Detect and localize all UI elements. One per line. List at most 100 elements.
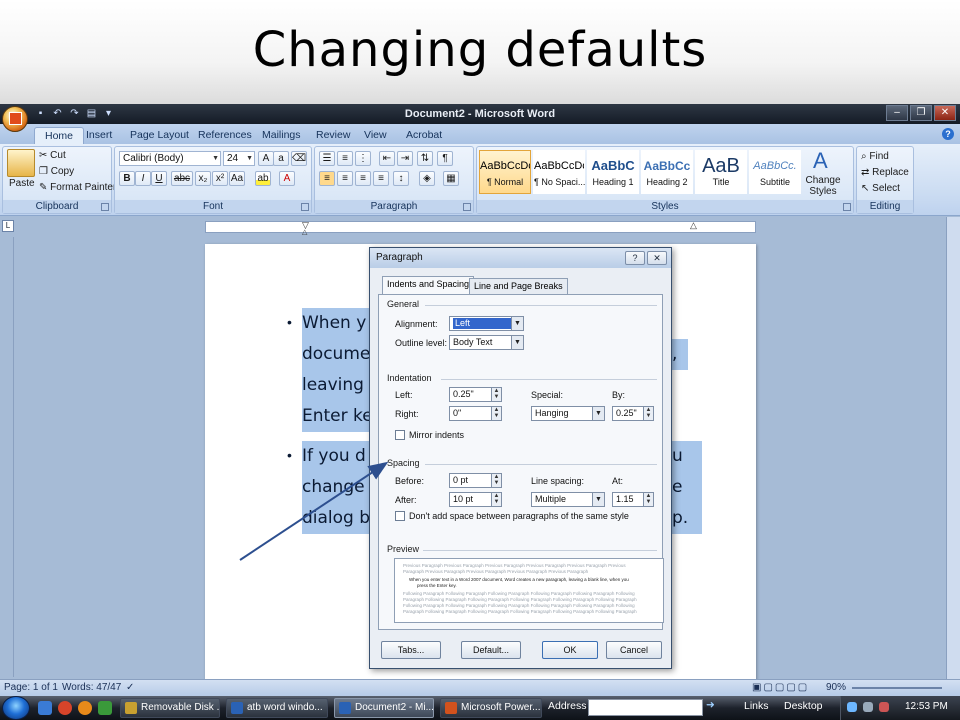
justify-icon[interactable]: ≡ — [373, 171, 389, 186]
help-button[interactable]: ? — [625, 251, 645, 265]
replace-button[interactable]: ⇄ Replace — [861, 166, 909, 180]
tab-page-layout[interactable]: Page Layout — [130, 127, 189, 144]
ruler-strip[interactable]: ▽ △ △ — [205, 220, 756, 236]
indent-right-spinner[interactable]: ▲ ▼ — [491, 406, 502, 421]
tray-app-icon[interactable] — [879, 702, 889, 712]
style-title[interactable]: AaB Title — [695, 150, 747, 194]
tab-references[interactable]: References — [198, 127, 252, 144]
outline-level-select[interactable]: Body Text ▼ — [449, 335, 524, 350]
bold-icon[interactable]: B — [119, 171, 135, 186]
font-size-select[interactable]: 24 ▼ — [223, 151, 255, 166]
at-input[interactable]: 1.15 — [612, 492, 644, 507]
page-count[interactable]: Page: 1 of 1 — [4, 680, 58, 695]
default-button[interactable]: Default... — [461, 641, 521, 659]
tabs-button[interactable]: Tabs... — [381, 641, 441, 659]
tab-view[interactable]: View — [364, 127, 387, 144]
clear-format-icon[interactable]: ⌫ — [291, 151, 307, 166]
shading-icon[interactable]: ◈ — [419, 171, 435, 186]
show-formatting-icon[interactable]: ¶ — [437, 151, 453, 166]
maximize-button[interactable]: ❐ — [910, 105, 932, 121]
after-input[interactable]: 10 pt — [449, 492, 492, 507]
font-color-icon[interactable]: A — [279, 171, 295, 186]
style-heading-1[interactable]: AaBbC Heading 1 — [587, 150, 639, 194]
tab-review[interactable]: Review — [316, 127, 350, 144]
media-icon[interactable] — [58, 701, 72, 715]
line-spacing-icon[interactable]: ↕ — [393, 171, 409, 186]
cut-button[interactable]: ✂ Cut — [39, 149, 66, 163]
shrink-font-icon[interactable]: a — [273, 151, 289, 166]
by-spinner[interactable]: ▲ ▼ — [643, 406, 654, 421]
firefox-icon[interactable] — [78, 701, 92, 715]
style-heading-2[interactable]: AaBbCc Heading 2 — [641, 150, 693, 194]
indent-left-spinner[interactable]: ▲ ▼ — [491, 387, 502, 402]
task-powerpoint[interactable]: Microsoft Power... — [440, 698, 542, 718]
address-input[interactable] — [588, 699, 703, 716]
ie-icon[interactable] — [38, 701, 52, 715]
after-spinner[interactable]: ▲ ▼ — [491, 492, 502, 507]
before-spinner[interactable]: ▲ ▼ — [491, 473, 502, 488]
before-input[interactable]: 0 pt — [449, 473, 492, 488]
paragraph-launcher-icon[interactable] — [463, 203, 471, 211]
underline-icon[interactable]: U — [151, 171, 167, 186]
indent-right-input[interactable]: 0" — [449, 406, 492, 421]
paste-button[interactable]: Paste — [9, 177, 35, 191]
clock[interactable]: 12:53 PM — [905, 701, 948, 712]
superscript-icon[interactable]: x² — [212, 171, 228, 186]
clipboard-launcher-icon[interactable] — [101, 203, 109, 211]
subscript-icon[interactable]: x₂ — [195, 171, 211, 186]
strikethrough-icon[interactable]: abc — [171, 171, 193, 186]
sort-icon[interactable]: ⇅ — [417, 151, 433, 166]
tab-selector-icon[interactable]: L — [2, 220, 14, 232]
links-toolbar[interactable]: Links — [744, 700, 769, 712]
desktop-toolbar[interactable]: Desktop — [784, 700, 823, 712]
bullets-icon[interactable]: ☰ — [319, 151, 335, 166]
close-button[interactable]: ✕ — [934, 105, 956, 121]
style-subtitle[interactable]: AaBbCc. Subtitle — [749, 150, 801, 194]
numbering-icon[interactable]: ≡ — [337, 151, 353, 166]
format-painter-button[interactable]: ✎ Format Painter — [39, 181, 116, 195]
office-button[interactable] — [2, 106, 28, 132]
mirror-indents-checkbox[interactable] — [395, 430, 405, 440]
align-center-icon[interactable]: ≡ — [337, 171, 353, 186]
font-launcher-icon[interactable] — [301, 203, 309, 211]
by-input[interactable]: 0.25" — [612, 406, 644, 421]
borders-icon[interactable]: ▦ — [443, 171, 459, 186]
highlight-icon[interactable]: ab — [255, 171, 271, 186]
dont-add-space-checkbox[interactable] — [395, 511, 405, 521]
multilevel-icon[interactable]: ⋮ — [355, 151, 371, 166]
indent-left-input[interactable]: 0.25" — [449, 387, 492, 402]
dialog-close-button[interactable]: ✕ — [647, 251, 667, 265]
alignment-select[interactable]: Left ▼ — [449, 316, 524, 331]
tab-line-page-breaks[interactable]: Line and Page Breaks — [469, 278, 568, 294]
special-select[interactable]: Hanging ▼ — [531, 406, 605, 421]
line-spacing-select[interactable]: Multiple ▼ — [531, 492, 605, 507]
ok-button[interactable]: OK — [542, 641, 598, 659]
tab-home[interactable]: Home — [34, 127, 85, 144]
volume-icon[interactable] — [863, 702, 873, 712]
tab-mailings[interactable]: Mailings — [262, 127, 301, 144]
cancel-button[interactable]: Cancel — [606, 641, 662, 659]
proofing-icon[interactable]: ✓ — [126, 680, 134, 695]
find-button[interactable]: ⌕ Find — [861, 150, 889, 164]
task-removable-disk[interactable]: Removable Disk ... — [120, 698, 220, 718]
align-left-icon[interactable]: ≡ — [319, 171, 335, 186]
copy-button[interactable]: ❐ Copy — [39, 165, 74, 179]
change-case-icon[interactable]: Aa — [229, 171, 245, 186]
paste-icon[interactable] — [7, 149, 35, 177]
task-document2[interactable]: Document2 - Mi... — [334, 698, 434, 718]
bullet-2-text[interactable]: If you d change dialog b — [302, 441, 377, 534]
dreamweaver-icon[interactable] — [98, 701, 112, 715]
select-button[interactable]: ↖ Select — [861, 182, 900, 196]
right-indent-icon[interactable]: △ — [690, 220, 697, 230]
tab-acrobat[interactable]: Acrobat — [406, 127, 442, 144]
bullet-1-text[interactable]: When y docume leaving Enter ke — [302, 308, 377, 432]
view-buttons-icon[interactable]: ▣▢▢▢▢ — [752, 680, 809, 695]
change-styles-button[interactable]: Change Styles — [803, 175, 843, 197]
at-spinner[interactable]: ▲ ▼ — [643, 492, 654, 507]
styles-launcher-icon[interactable] — [843, 203, 851, 211]
word-count[interactable]: Words: 47/47 — [62, 680, 121, 695]
tab-insert[interactable]: Insert — [86, 127, 112, 144]
style-no-spacing[interactable]: AaBbCcDc ¶ No Spaci... — [533, 150, 585, 194]
vertical-scrollbar[interactable] — [946, 217, 960, 679]
grow-font-icon[interactable]: A — [258, 151, 274, 166]
